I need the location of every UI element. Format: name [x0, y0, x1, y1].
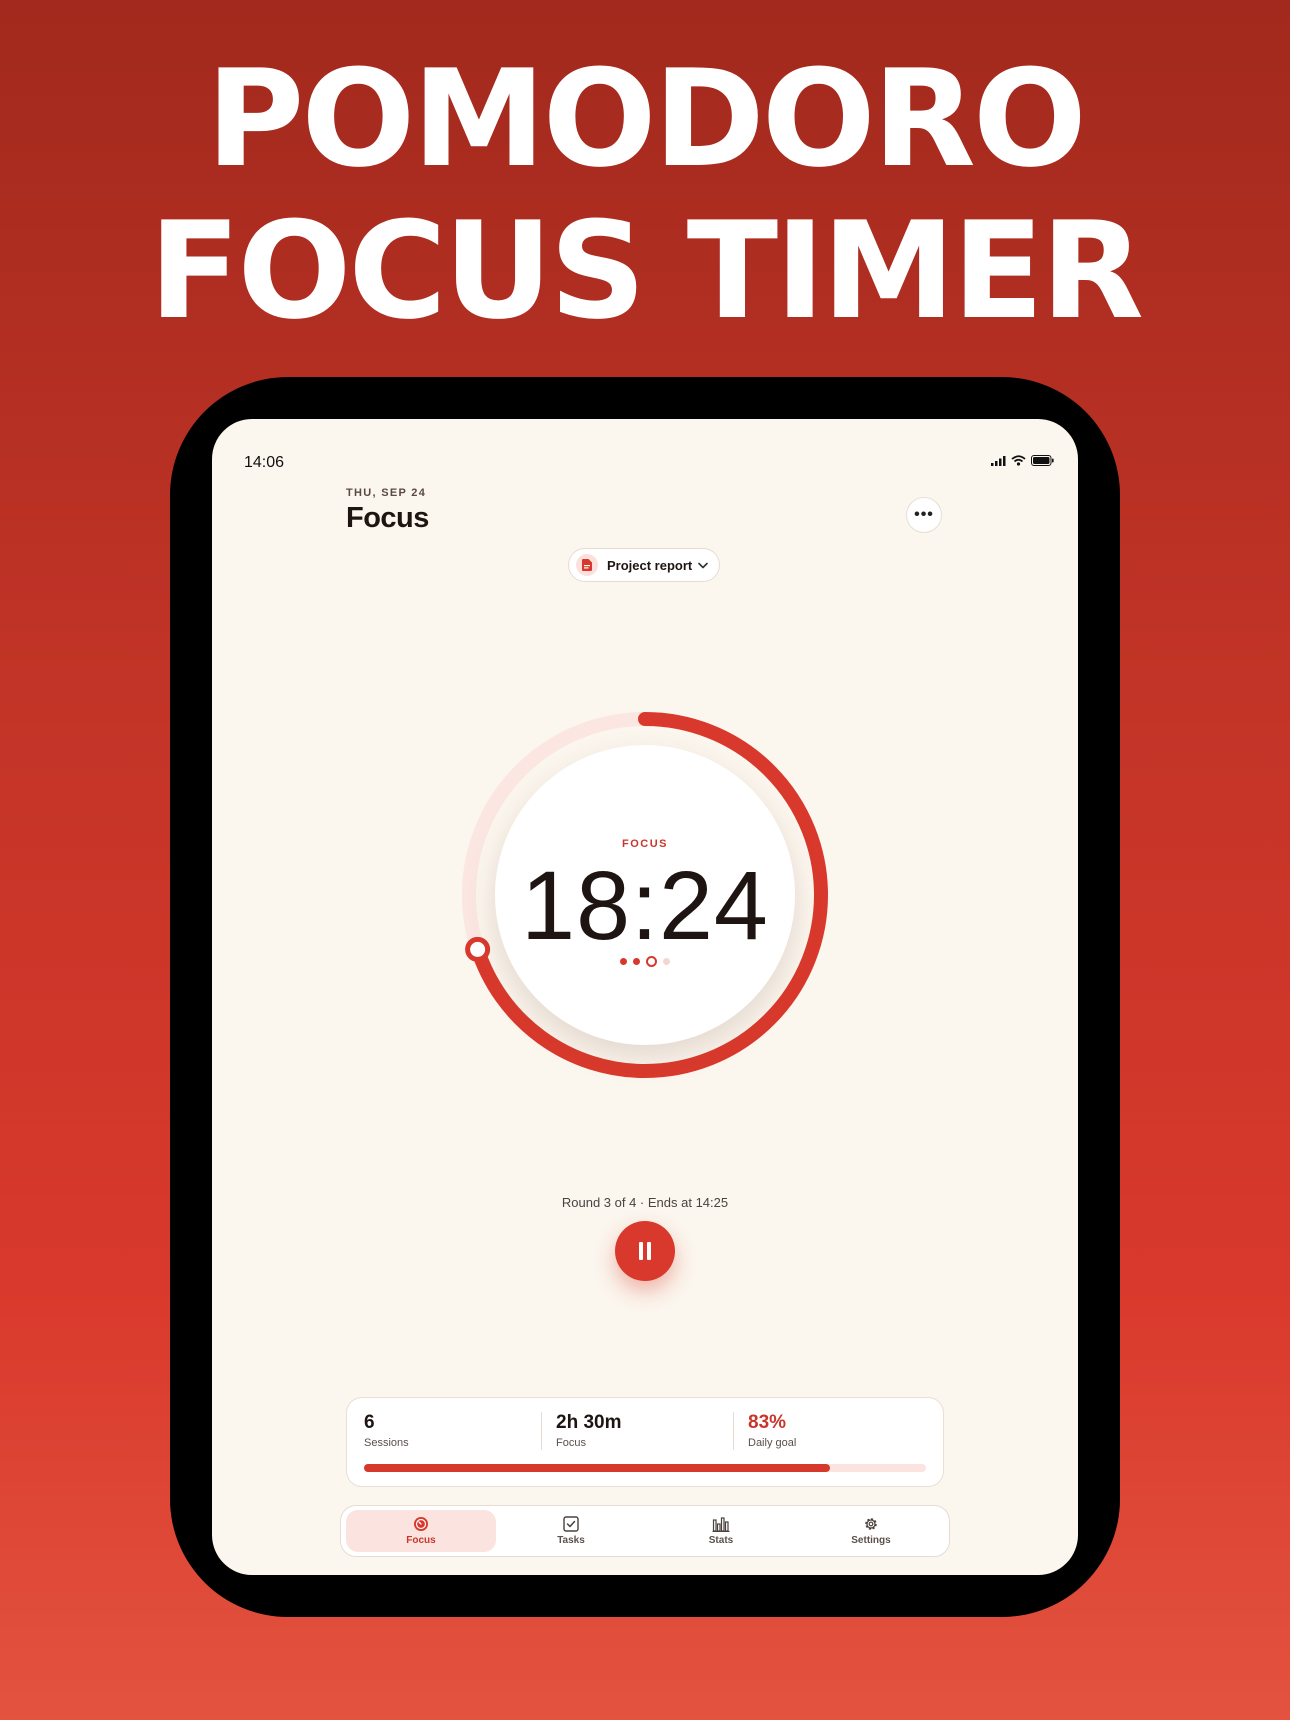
tab-label: Stats — [708, 1535, 734, 1546]
project-selector[interactable]: Project report — [568, 548, 720, 582]
stats-card: 6 Sessions 2h 30m Focus 83% Daily goal — [346, 1397, 944, 1487]
page-title: Focus — [346, 502, 429, 534]
tab-stats[interactable]: Stats — [646, 1510, 796, 1552]
pause-icon — [639, 1242, 651, 1260]
tab-focus[interactable]: Focus — [346, 1510, 496, 1552]
daily-goal-progress-fill — [364, 1464, 831, 1472]
app-screen: 14:06 THU, SEP 24 Focus ••• Project repo… — [212, 419, 1078, 1575]
stat-value: 83% — [748, 1412, 787, 1433]
stat-divider — [541, 1412, 542, 1450]
stat-value: 6 — [364, 1412, 375, 1433]
daily-goal-progress-track — [364, 1464, 926, 1472]
status-icons — [991, 455, 1054, 466]
timer-countdown: 18:24 — [521, 851, 769, 960]
stat-value: 2h 30m — [556, 1412, 622, 1433]
timer-mode-label: FOCUS — [622, 838, 668, 850]
checkbox-icon — [563, 1516, 579, 1532]
more-icon: ••• — [914, 506, 934, 523]
stat-label: Sessions — [364, 1437, 409, 1449]
round-indicator — [452, 956, 838, 967]
tab-label: Settings — [851, 1535, 891, 1546]
stat-label: Daily goal — [748, 1437, 797, 1449]
chevron-down-icon — [698, 562, 709, 568]
gear-icon — [865, 1518, 877, 1530]
tablet-device: 14:06 THU, SEP 24 Focus ••• Project repo… — [170, 377, 1120, 1617]
pause-button[interactable] — [615, 1221, 675, 1281]
date-label: THU, SEP 24 — [346, 487, 427, 499]
stat-sessions: 6 Sessions — [364, 1412, 409, 1449]
wifi-icon — [1011, 455, 1026, 466]
round-dot — [646, 956, 657, 967]
stat-label: Focus — [556, 1437, 586, 1449]
document-icon — [576, 554, 598, 576]
cellular-signal-icon — [991, 455, 1006, 466]
stat-focus-time: 2h 30m Focus — [556, 1412, 621, 1449]
stat-divider — [733, 1412, 734, 1450]
bar-chart-icon — [712, 1517, 730, 1532]
tab-settings[interactable]: Settings — [796, 1510, 946, 1552]
tab-label: Tasks — [557, 1535, 585, 1546]
more-options-button[interactable]: ••• — [906, 497, 942, 533]
round-dot — [663, 958, 670, 965]
status-time: 14:06 — [244, 454, 285, 471]
battery-icon — [1031, 455, 1054, 466]
timer-dial: FOCUS 18:24 — [452, 702, 838, 1088]
timer-icon — [414, 1517, 428, 1531]
stat-daily-goal: 83% Daily goal — [748, 1412, 796, 1449]
round-dot — [620, 958, 627, 965]
tab-bar: Focus Tasks Stats Settings — [340, 1505, 950, 1557]
headline-line-2: FOCUS TIMER — [148, 193, 1144, 349]
tab-label: Focus — [406, 1535, 436, 1546]
headline-line-1: POMODORO — [206, 41, 1087, 197]
round-dot — [633, 958, 640, 965]
project-label: Project report — [607, 557, 693, 573]
tab-tasks[interactable]: Tasks — [496, 1510, 646, 1552]
session-info: Round 3 of 4 · Ends at 14:25 — [561, 1195, 729, 1210]
